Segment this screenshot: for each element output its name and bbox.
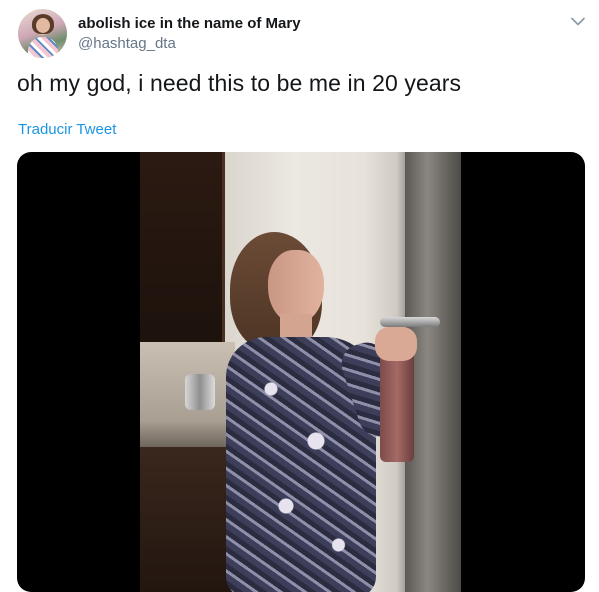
person-face: [268, 250, 324, 324]
kitchen-cabinet: [140, 152, 225, 342]
chevron-down-icon[interactable]: [568, 11, 588, 31]
avatar-face: [36, 18, 50, 33]
tweet-video[interactable]: [17, 152, 585, 592]
avatar[interactable]: [18, 9, 67, 58]
translate-tweet-link[interactable]: Traducir Tweet: [18, 121, 116, 138]
author-handle[interactable]: @hashtag_dta: [78, 35, 176, 52]
tweet-text: oh my god, i need this to be me in 20 ye…: [17, 70, 462, 96]
person-hands: [375, 327, 417, 361]
author-name[interactable]: abolish ice in the name of Mary: [78, 15, 301, 32]
kettle: [185, 374, 215, 410]
video-frame: [140, 152, 461, 592]
lower-cabinet: [140, 447, 235, 592]
person: [226, 232, 420, 592]
avatar-dress: [28, 37, 58, 58]
